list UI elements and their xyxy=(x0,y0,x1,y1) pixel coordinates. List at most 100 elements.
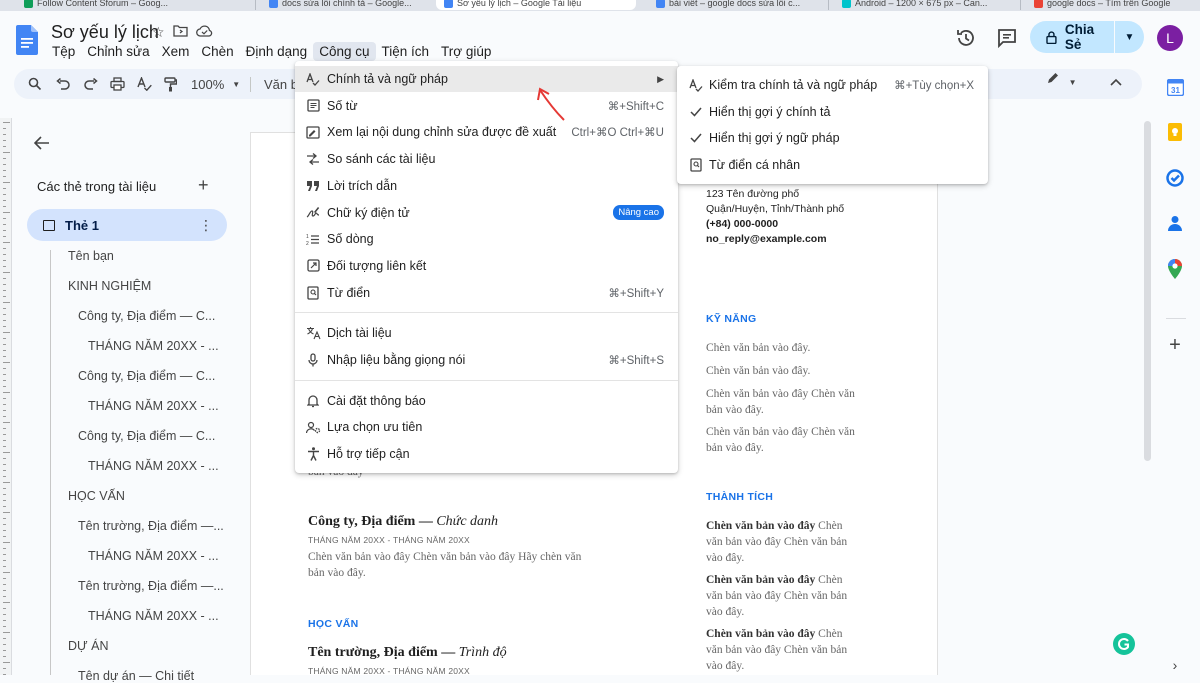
ruler-tick xyxy=(3,206,6,207)
outline-item[interactable]: Tên bạn xyxy=(68,249,114,263)
menu-item-review-edits[interactable]: Xem lại nội dung chỉnh sửa được đề xuất C… xyxy=(295,119,678,145)
submenu-item[interactable]: Kiểm tra chính tả và ngữ pháp ⌘+Tùy chọn+… xyxy=(677,72,988,98)
outline-item[interactable]: KINH NGHIỆM xyxy=(68,279,151,293)
menu-item-signature[interactable]: Chữ ký điện tử Nâng cao xyxy=(295,200,678,226)
search-menus-icon[interactable] xyxy=(28,69,42,99)
review-edits-icon xyxy=(305,124,321,140)
menu-item-accessibility[interactable]: Hỗ trợ tiếp cận xyxy=(295,441,678,467)
menu-item-quote[interactable]: Lời trích dẫn xyxy=(295,173,678,199)
style-select[interactable]: Văn b xyxy=(264,69,298,99)
browser-tab[interactable]: google docs – Tìm trên Google xyxy=(1034,0,1200,10)
menu-item-bell[interactable]: Cài đặt thông báo xyxy=(295,388,678,414)
outline-item[interactable]: DỰ ÁN xyxy=(68,639,109,653)
menu-item-dictionary[interactable]: Từ điển ⌘+Shift+Y xyxy=(295,280,678,306)
grammarly-icon[interactable] xyxy=(1113,633,1135,655)
ruler-tick xyxy=(3,266,6,267)
share-button[interactable]: Chia Sẻ xyxy=(1030,21,1114,53)
menu-item[interactable]: Tiện ích xyxy=(376,42,436,61)
ruler-tick xyxy=(3,470,6,471)
browser-tab[interactable]: Android – 1200 × 675 px – Can... xyxy=(842,0,1022,10)
maps-icon[interactable] xyxy=(1165,259,1185,279)
menu-item[interactable]: Công cụ xyxy=(313,42,376,61)
undo-icon[interactable] xyxy=(56,69,70,99)
outline-item[interactable]: THÁNG NĂM 20XX - ... xyxy=(88,339,219,353)
menu-item-spellcheck[interactable]: Chính tả và ngữ pháp ▶ xyxy=(295,66,678,92)
menu-item-line-numbers[interactable]: 1 2 Số dòng xyxy=(295,226,678,252)
outline-item[interactable]: Tên dự án — Chi tiết xyxy=(78,669,194,683)
outline-item[interactable]: THÁNG NĂM 20XX - ... xyxy=(88,459,219,473)
ruler-tick xyxy=(3,242,10,243)
accessibility-icon xyxy=(305,446,321,462)
menu-item[interactable]: Chỉnh sửa xyxy=(81,42,155,61)
ruler-tick xyxy=(3,212,10,213)
outline-item[interactable]: Công ty, Địa điểm — C... xyxy=(78,309,215,323)
vertical-scrollbar[interactable] xyxy=(1142,118,1152,675)
user-avatar[interactable]: L xyxy=(1157,25,1183,51)
zoom-select[interactable]: 100% ▼ xyxy=(191,69,240,99)
scrollbar-thumb[interactable] xyxy=(1144,121,1151,461)
keep-icon[interactable] xyxy=(1165,122,1185,142)
menu-item[interactable]: Chèn xyxy=(195,42,239,61)
document-title[interactable]: Sơ yếu lý lịch xyxy=(51,22,159,43)
cloud-saved-icon[interactable] xyxy=(195,24,213,41)
ruler-tick xyxy=(3,656,6,657)
move-folder-icon[interactable] xyxy=(172,24,188,41)
menu-item-label: Dịch tài liệu xyxy=(327,326,392,341)
ruler-tick xyxy=(3,152,10,153)
ruler-tick xyxy=(3,542,10,543)
more-vert-icon[interactable]: ⋮ xyxy=(199,217,213,234)
outline-item[interactable]: HỌC VẤN xyxy=(68,489,125,503)
menu-item[interactable]: Xem xyxy=(156,42,196,61)
version-history-icon[interactable] xyxy=(954,26,978,50)
collapse-menus-icon[interactable] xyxy=(1110,74,1122,89)
outline-item[interactable]: Công ty, Địa điểm — C... xyxy=(78,429,215,443)
tasks-icon[interactable] xyxy=(1165,168,1185,188)
ruler-tick xyxy=(3,602,10,603)
outline-item[interactable]: THÁNG NĂM 20XX - ... xyxy=(88,399,219,413)
spellcheck-icon[interactable] xyxy=(137,69,152,99)
menu-item-label: Lựa chọn ưu tiên xyxy=(327,420,423,435)
favicon-icon xyxy=(444,0,453,8)
premium-badge: Nâng cao xyxy=(613,205,664,220)
add-tab-icon[interactable]: + xyxy=(198,175,209,196)
browser-tab[interactable]: bài viết – google docs sửa lỗi c... xyxy=(656,0,831,10)
google-docs-logo-icon[interactable] xyxy=(16,25,38,55)
contacts-icon[interactable] xyxy=(1165,213,1185,233)
outline-item[interactable]: Công ty, Địa điểm — C... xyxy=(78,369,215,383)
share-dropdown-icon[interactable]: ▼ xyxy=(1115,32,1144,43)
comments-icon[interactable] xyxy=(995,26,1019,50)
browser-tab[interactable]: Follow Content Sforum – Goog... xyxy=(24,0,254,10)
outline-item[interactable]: Tên trường, Địa điểm —... xyxy=(78,579,224,593)
paint-format-icon[interactable] xyxy=(164,69,177,99)
menu-item-word-count[interactable]: Số từ ⌘+Shift+C xyxy=(295,93,678,119)
menu-item-linked-objects[interactable]: Đối tượng liên kết xyxy=(295,253,678,279)
chevron-right-icon[interactable]: › xyxy=(1165,655,1185,675)
outline-item[interactable]: THÁNG NĂM 20XX - ... xyxy=(88,609,219,623)
submenu-item[interactable]: Từ điển cá nhân xyxy=(677,152,988,178)
get-addons-icon[interactable]: + xyxy=(1165,334,1185,356)
share-label: Chia Sẻ xyxy=(1064,22,1095,52)
redo-icon[interactable] xyxy=(84,69,98,99)
editing-mode-button[interactable]: ▼ xyxy=(1046,72,1077,88)
ruler-tick xyxy=(3,140,6,141)
calendar-icon[interactable]: 31 xyxy=(1165,77,1185,97)
menu-item-microphone[interactable]: Nhập liệu bằng giọng nói ⌘+Shift+S xyxy=(295,347,678,373)
print-icon[interactable] xyxy=(110,69,125,99)
browser-tab[interactable]: docs sửa lỗi chính tả – Google... xyxy=(269,0,429,10)
submenu-arrow-icon: ▶ xyxy=(657,73,664,84)
menu-item-compare[interactable]: So sánh các tài liệu xyxy=(295,146,678,172)
browser-tab[interactable]: Sơ yếu lý lịch – Google Tài liệu xyxy=(436,0,636,10)
submenu-item[interactable]: Hiển thị gợi ý ngữ pháp xyxy=(677,125,988,151)
menu-item[interactable]: Định dạng xyxy=(240,42,314,61)
menu-item-preferences[interactable]: Lựa chọn ưu tiên xyxy=(295,414,678,440)
menu-item-translate[interactable]: Dịch tài liệu xyxy=(295,320,678,346)
menu-item[interactable]: Tệp xyxy=(46,42,81,61)
outline-item[interactable]: THÁNG NĂM 20XX - ... xyxy=(88,549,219,563)
outline-item[interactable]: Tên trường, Địa điểm —... xyxy=(78,519,224,533)
star-icon[interactable]: ☆ xyxy=(152,24,165,41)
back-arrow-icon[interactable] xyxy=(33,134,50,155)
submenu-item[interactable]: Hiển thị gợi ý chính tả xyxy=(677,99,988,125)
tab-1[interactable]: Thẻ 1 ⋮ xyxy=(27,209,227,241)
ruler-tick xyxy=(3,632,10,633)
menu-item[interactable]: Trợ giúp xyxy=(435,42,497,61)
